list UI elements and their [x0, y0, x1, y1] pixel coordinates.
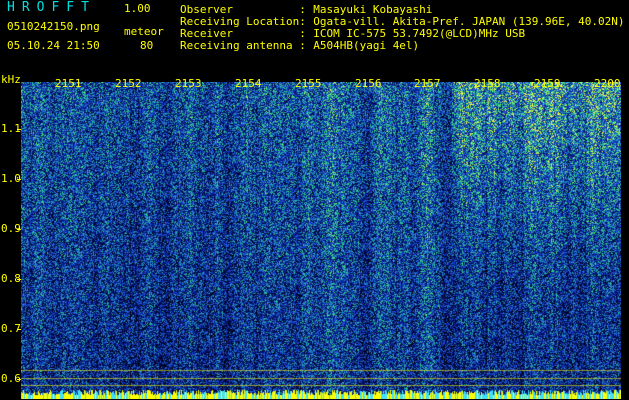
spectrogram-canvas: [21, 82, 621, 399]
app-title: HROFFT: [7, 0, 96, 15]
version-label: 1.00: [124, 2, 151, 15]
x-tick-label: 2154: [235, 77, 262, 90]
station-info-row: Receiving antenna : A504HB(yagi 4el): [180, 40, 624, 52]
antenna-value: A504HB(yagi 4el): [313, 39, 420, 52]
x-tick-label: 2157: [414, 77, 441, 90]
x-tick-label: 2158: [474, 77, 501, 90]
x-tick-label: 2153: [175, 77, 202, 90]
frequency-unit-label: kHz: [1, 73, 21, 86]
filename-label: 0510242150.png: [7, 20, 100, 33]
x-tick-label: 2152: [115, 77, 142, 90]
x-tick-label: 2156: [355, 77, 382, 90]
x-tick-label: 2200: [594, 77, 621, 90]
x-tick-label: 2159: [534, 77, 561, 90]
timestamp-label: 05.10.24 21:50: [7, 39, 100, 52]
x-tick-label: 2155: [295, 77, 322, 90]
separator: :: [299, 39, 306, 52]
x-tick-label: 2151: [55, 77, 82, 90]
antenna-label: Receiving antenna: [180, 39, 293, 52]
mode-value: 80: [140, 39, 154, 52]
station-info-table: Observer : Masayuki Kobayashi Receiving …: [180, 4, 624, 52]
mode-label: meteor: [124, 25, 164, 38]
